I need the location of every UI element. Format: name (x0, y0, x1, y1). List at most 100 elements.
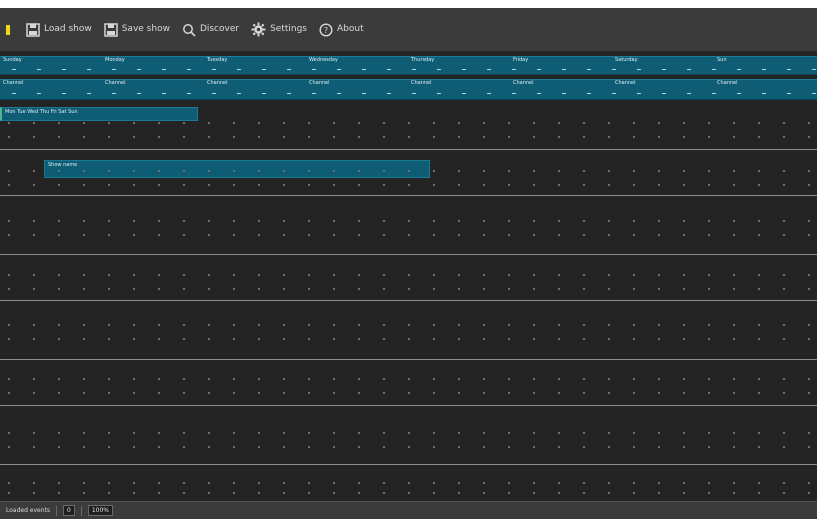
time-slot-dot (533, 432, 535, 434)
time-slot-dot (183, 446, 185, 448)
time-slot-dot (683, 446, 685, 448)
grid-line (0, 464, 817, 465)
day-header[interactable]: Sun (714, 57, 817, 74)
channel-header[interactable]: Channel (0, 80, 102, 99)
time-slot-dot (333, 324, 335, 326)
time-slot-dot (33, 446, 35, 448)
time-slot-dot (183, 274, 185, 276)
time-slot-dot (558, 446, 560, 448)
time-slot-dot (208, 122, 210, 124)
schedule-event[interactable]: Show name (44, 160, 430, 178)
time-slot-dot (108, 288, 110, 290)
time-slot-dot (408, 122, 410, 124)
time-slot-dot (508, 392, 510, 394)
time-slot-dot (83, 338, 85, 340)
time-slot-dot (108, 338, 110, 340)
time-slot-dot (58, 324, 60, 326)
schedule-event[interactable]: Mon Tue Wed Thu Fri Sat Sun (0, 107, 198, 121)
time-slot-dot (258, 482, 260, 484)
time-slot-dot (383, 324, 385, 326)
time-slot-dot (358, 184, 360, 186)
time-slot-dot (333, 288, 335, 290)
accent-marker (6, 24, 10, 35)
time-slot-dot (783, 170, 785, 172)
discover-button[interactable]: Discover (182, 23, 239, 37)
header-tick (587, 69, 591, 70)
header-tick (237, 69, 241, 70)
time-slot-dot (133, 220, 135, 222)
time-slot-dot (133, 136, 135, 138)
time-slot-dot (233, 392, 235, 394)
channel-header[interactable]: Channel (204, 80, 306, 99)
time-slot-dot (258, 392, 260, 394)
channel-header[interactable]: Channel (306, 80, 408, 99)
time-slot-dot (408, 432, 410, 434)
status-count-field[interactable]: 0 (63, 505, 75, 516)
settings-button[interactable]: Settings (251, 22, 307, 37)
channel-header[interactable]: Channel (510, 80, 612, 99)
time-slot-dot (458, 432, 460, 434)
time-slot-dot (183, 482, 185, 484)
day-header[interactable]: Tuesday (204, 57, 306, 74)
zoom-field[interactable]: 100% (87, 505, 113, 516)
channel-header[interactable]: Channel (408, 80, 510, 99)
time-slot-dot (683, 432, 685, 434)
time-slot-dot (258, 378, 260, 380)
day-header[interactable]: Sunday (0, 57, 102, 74)
time-slot-dot (583, 446, 585, 448)
load-show-button[interactable]: Load show (26, 22, 92, 37)
day-header[interactable]: Wednesday (306, 57, 408, 74)
about-button[interactable]: ? About (319, 22, 364, 37)
day-header[interactable]: Friday (510, 57, 612, 74)
time-slot-dot (633, 446, 635, 448)
time-slot-dot (583, 392, 585, 394)
time-slot-dot (58, 392, 60, 394)
time-slot-dot (308, 170, 310, 172)
time-slot-dot (183, 288, 185, 290)
time-slot-dot (683, 184, 685, 186)
time-slot-dot (458, 170, 460, 172)
time-slot-dot (758, 482, 760, 484)
time-slot-dot (383, 492, 385, 494)
time-slot-dot (133, 288, 135, 290)
time-slot-dot (333, 170, 335, 172)
header-tick (487, 93, 491, 94)
time-slot-dot (633, 324, 635, 326)
time-slot-dot (508, 170, 510, 172)
time-slot-dot (608, 392, 610, 394)
time-slot-dot (308, 234, 310, 236)
grid-line (0, 149, 817, 150)
channel-header[interactable]: Channel (612, 80, 714, 99)
time-slot-dot (658, 274, 660, 276)
day-header[interactable]: Monday (102, 57, 204, 74)
channel-header[interactable]: Channel (714, 80, 817, 99)
save-show-button[interactable]: Save show (103, 22, 170, 37)
time-slot-dot (583, 170, 585, 172)
channel-header[interactable]: Channel (102, 80, 204, 99)
time-slot-dot (433, 122, 435, 124)
status-separator (56, 505, 58, 516)
day-header[interactable]: Thursday (408, 57, 510, 74)
time-slot-dot (708, 392, 710, 394)
time-slot-dot (783, 482, 785, 484)
time-slot-dot (733, 378, 735, 380)
schedule-grid[interactable]: Sunday Monday Tuesday Wednesday Thursday… (0, 52, 817, 501)
time-slot-dot (133, 482, 135, 484)
time-slot-dot (408, 136, 410, 138)
time-slot-dot (58, 338, 60, 340)
header-tick (537, 69, 541, 70)
time-slot-dot (308, 288, 310, 290)
time-slot-dot (558, 136, 560, 138)
time-slot-dot (433, 170, 435, 172)
time-slot-dot (533, 492, 535, 494)
time-slot-dot (533, 482, 535, 484)
time-slot-dot (333, 446, 335, 448)
time-slot-dot (708, 492, 710, 494)
time-slot-dot (308, 338, 310, 340)
time-slot-dot (808, 288, 810, 290)
time-slot-dot (733, 234, 735, 236)
time-slot-dot (208, 136, 210, 138)
header-tick (462, 69, 466, 70)
time-slot-dot (583, 184, 585, 186)
day-header[interactable]: Saturday (612, 57, 714, 74)
